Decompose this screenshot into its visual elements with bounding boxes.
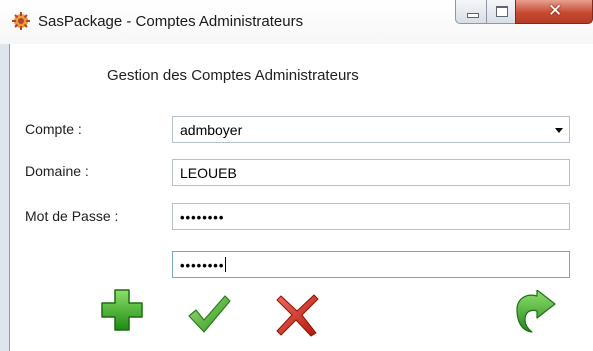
minimize-button[interactable] (455, 0, 487, 24)
window-title: SasPackage - Comptes Administrateurs (38, 13, 304, 30)
window-frame-border (9, 44, 10, 351)
chevron-down-icon[interactable] (555, 128, 563, 133)
minimize-icon (467, 13, 479, 18)
password-confirm-field[interactable]: •••••••• (172, 251, 570, 278)
password-confirm-mask: •••••••• (180, 258, 225, 273)
text-caret (225, 257, 227, 272)
password-mask: •••••••• (180, 210, 225, 225)
password-label: Mot de Passe : (25, 208, 119, 224)
account-value: admboyer (180, 122, 243, 138)
password-field[interactable]: •••••••• (172, 203, 570, 230)
maximize-button[interactable] (486, 0, 516, 24)
account-label: Compte : (25, 121, 82, 137)
window-controls: ✕ (455, 0, 593, 28)
maximize-icon (496, 6, 508, 17)
domain-value: LEOUEB (180, 165, 237, 181)
domain-label: Domaine : (25, 163, 89, 179)
cancel-x-icon[interactable] (275, 293, 319, 337)
window: SasPackage - Comptes Administrateurs ✕ G… (0, 0, 593, 351)
validate-check-icon[interactable] (187, 292, 231, 336)
title-bar[interactable]: SasPackage - Comptes Administrateurs ✕ (0, 0, 593, 44)
account-select[interactable]: admboyer (172, 116, 570, 143)
back-arrow-icon[interactable] (513, 290, 557, 334)
domain-field[interactable]: LEOUEB (172, 159, 570, 186)
close-icon: ✕ (548, 1, 563, 20)
close-button[interactable]: ✕ (515, 0, 593, 24)
add-icon[interactable] (100, 288, 144, 332)
saspackage-icon (12, 12, 30, 30)
form-heading: Gestion des Comptes Administrateurs (107, 67, 359, 84)
